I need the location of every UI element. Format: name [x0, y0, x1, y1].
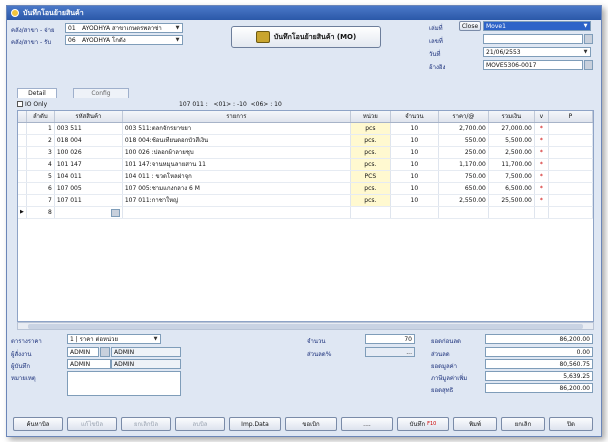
date-field[interactable]: 21/06/2553 ▼ [483, 47, 591, 57]
chevron-down-icon: ▼ [153, 336, 158, 342]
items-grid: ลำดับ รหัสสินค้า รายการ หน่วย จำนวน ราคา… [17, 110, 594, 322]
table-row[interactable]: 7 107 011 107 011:กาชาใหญ่ pcs. 10 2,550.00 25… [18, 194, 594, 207]
lookup-icon[interactable] [100, 347, 110, 357]
doc-number-field[interactable] [483, 34, 583, 44]
discount-pct-label: ส่วนลด% [307, 351, 332, 358]
table-row[interactable]: 2 018 004 018 004:ช้อนเทียนดอกบัวสีเงิน pcs… [18, 134, 594, 147]
title-bar: บันทึกโอนย้ายสินค้า [7, 6, 601, 20]
request-button[interactable]: ขอเบิก [285, 417, 337, 431]
recorder-label: ผู้บันทึก [11, 363, 31, 370]
main-window: บันทึกโอนย้ายสินค้า คลัง/สาขา - จ่าย 01 … [6, 5, 602, 437]
chevron-down-icon: ▼ [175, 25, 180, 31]
window-title: บันทึกโอนย้ายสินค้า [23, 8, 84, 17]
col-total[interactable]: รวมเงิน [488, 111, 535, 123]
grand-total-field: 86,200.00 [485, 383, 593, 393]
print-button[interactable]: พิมพ์ [453, 417, 497, 431]
horizontal-scrollbar[interactable] [17, 322, 594, 330]
table-row[interactable]: 4 101 147 101 147:จานหมุนลายสาน 11 pcs. 10 1,… [18, 158, 594, 171]
chevron-down-icon: ▼ [583, 49, 588, 55]
table-row[interactable]: 6 107 005 107 005:ชามแกงกลาง 6 Mpcs. 10 650.… [18, 182, 594, 195]
printer-icon [255, 31, 270, 43]
note-label: หมายเหตุ [11, 375, 36, 382]
col-v[interactable]: v [534, 111, 549, 123]
col-price[interactable]: ราคา/@ [438, 111, 489, 123]
recorder-name-field: ADMIN [111, 359, 181, 369]
reference-label: อ้างอิง [429, 64, 446, 71]
net-value-label: ยอดมูลค่า [431, 363, 458, 370]
date-label: วันที่ [429, 51, 441, 58]
vat-label: ภาษีมูลค่าเพิ่ม [431, 375, 468, 382]
orderer-label: ผู้สั่งงาน [11, 351, 32, 358]
col-p[interactable]: P [548, 111, 594, 123]
from-warehouse-select[interactable]: 01 AYODHYA สาขาเกษตรพลาซ่า ▼ [65, 23, 183, 33]
save-button[interactable]: บันทึก F10 [397, 417, 449, 431]
subtotal-label: ยอดก่อนลด [431, 338, 461, 345]
search-bill-button[interactable]: ค้นหาบิล [13, 417, 63, 431]
grand-total-label: ยอดสุทธิ [431, 387, 454, 394]
row-indicator-header [18, 111, 27, 123]
to-warehouse-label: คลัง/สาขา - รับ [11, 39, 52, 46]
book-select[interactable]: Move1 ▼ [483, 21, 591, 31]
vat-field: 5,639.25 [485, 371, 593, 381]
orderer-name-field: ADMIN [111, 347, 181, 357]
qty-label: จำนวน [307, 338, 326, 345]
chevron-down-icon: ▼ [583, 23, 588, 29]
import-data-button[interactable]: Imp.Data [229, 417, 281, 431]
orderer-code-field[interactable]: ADMIN [67, 347, 99, 357]
discount-label: ส่วนลด [431, 351, 450, 358]
lookup-icon[interactable] [110, 208, 120, 217]
cancel-button[interactable]: ยกเลิก [501, 417, 545, 431]
subtotal-field: 86,200.00 [485, 334, 593, 344]
from-warehouse-label: คลัง/สาขา - จ่าย [11, 27, 55, 34]
chevron-down-icon: ▼ [175, 37, 180, 43]
more-button[interactable]: .... [341, 417, 393, 431]
doc-number-label: เลขที่ [429, 38, 443, 45]
col-name[interactable]: รายการ [122, 111, 351, 123]
net-value-field: 80,560.75 [485, 359, 593, 369]
recorder-code-field[interactable]: ADMIN [67, 359, 111, 369]
lookup-icon[interactable] [584, 60, 593, 70]
qty-total-field: 70 [365, 334, 415, 344]
reference-field[interactable]: MOVE5306-0017 [483, 60, 583, 70]
close-button[interactable]: ปิด [549, 417, 593, 431]
lookup-icon[interactable] [584, 34, 593, 44]
table-row[interactable]: 3 100 026 100 026 :ปลอกผ้าลายชุบ pcs. 10 250.… [18, 146, 594, 159]
col-no[interactable]: ลำดับ [26, 111, 55, 123]
tab-config[interactable]: Config [73, 88, 129, 98]
price-level-label: ตารางราคา [11, 338, 42, 345]
summary-line: 107 011 : <01> : -10 <06> : 10 [179, 101, 282, 108]
io-only-label: IO Only [25, 101, 48, 108]
price-level-select[interactable]: 1 | ราคา ต่อหน่วย ▼ [67, 334, 161, 344]
col-code[interactable]: รหัสสินค้า [54, 111, 123, 123]
io-only-checkbox[interactable] [17, 101, 23, 107]
book-label: เล่มที่ [429, 25, 443, 32]
discount-field[interactable]: 0.00 [485, 347, 593, 357]
col-qty[interactable]: จำนวน [390, 111, 439, 123]
to-warehouse-select[interactable]: 06 AYODHYA โกดัง ▼ [65, 35, 183, 45]
transfer-title-button[interactable]: บันทึกโอนย้ายสินค้า (MO) [231, 26, 381, 48]
cancel-bill-button[interactable]: ยกเลิกบิล [121, 417, 171, 431]
col-unit[interactable]: หน่วย [350, 111, 391, 123]
scrollbar-thumb[interactable] [28, 324, 583, 329]
edit-bill-button[interactable]: แก้ไขบิล [67, 417, 117, 431]
note-textarea[interactable] [67, 371, 181, 396]
close-book-button[interactable]: Close [459, 21, 481, 31]
discount-pct-button[interactable]: ... [365, 347, 415, 357]
table-row[interactable]: 5 104 011 104 011 : ขวดโหลฝาจุก PCS 10 750.00… [18, 170, 594, 183]
delete-bill-button[interactable]: ลบบิล [175, 417, 225, 431]
app-icon [11, 9, 19, 17]
table-row[interactable]: 1 003 511 003 511:ตลกจักรยาขยา pcs 10 2,700.0… [18, 122, 594, 135]
tab-detail[interactable]: Detail [17, 88, 57, 98]
table-row[interactable]: ▶ 8 [18, 206, 594, 219]
